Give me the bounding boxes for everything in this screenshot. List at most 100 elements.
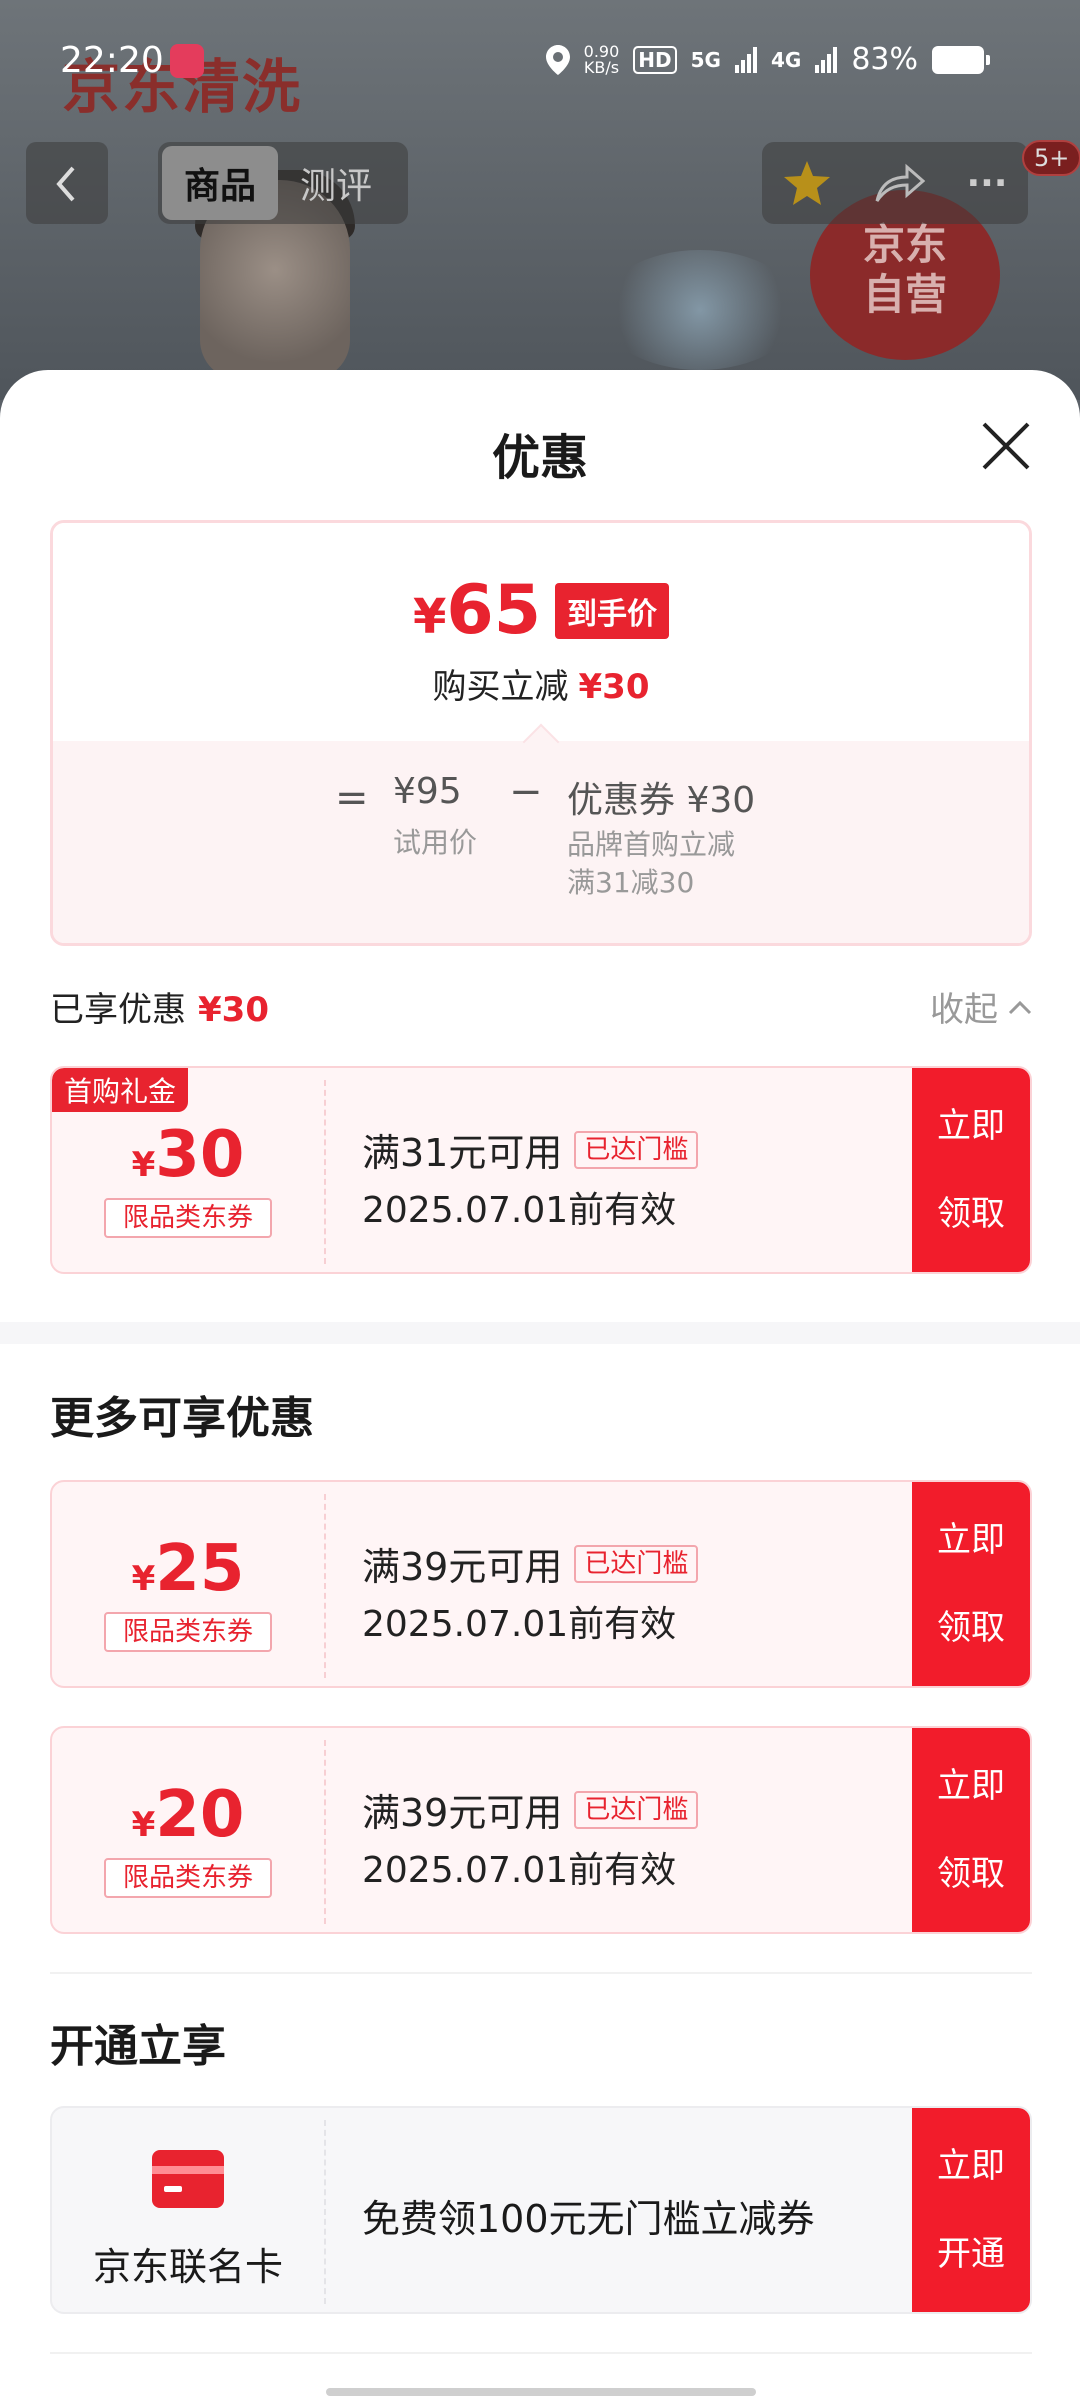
coupon-amount-value: 20 xyxy=(155,1778,245,1852)
coupon-condition-row: 满31元可用 已达门槛 xyxy=(362,1122,699,1177)
coupon-validity: 2025.07.01前有效 xyxy=(362,1850,677,1891)
coupon-condition-row: 满39元可用 已达门槛 xyxy=(362,1536,699,1591)
coupon-card: ¥30 限品类东券 首购礼金 满31元可用 已达门槛 2025.07.01前有效 … xyxy=(50,1066,1032,1274)
currency-symbol: ¥ xyxy=(131,1145,156,1185)
card-info-area: 京东联名卡 xyxy=(52,2108,324,2312)
price-breakdown-card: ¥65 到手价 购买立减 ¥30 = ¥95 试用价 − 优惠券 ¥30 品牌首购… xyxy=(50,520,1032,946)
coupon-amount: ¥25 xyxy=(52,1532,324,1606)
coupon-type-tag: 限品类东券 xyxy=(104,1612,272,1652)
network-5g-label: 5G xyxy=(690,47,721,72)
favorite-star-icon[interactable] xyxy=(782,159,832,207)
base-price: ¥95 xyxy=(393,771,462,812)
tab-review[interactable]: 测评 xyxy=(278,146,394,220)
threshold-reached-tag: 已达门槛 xyxy=(574,1790,699,1829)
chevron-left-icon xyxy=(56,166,75,202)
coupon-condition: 满39元可用 xyxy=(362,1791,563,1835)
status-indicators: 0.90 KB/s HD 5G 4G 83% xyxy=(545,42,990,77)
claim-label-2: 领取 xyxy=(937,1608,1005,1648)
card-name: 京东联名卡 xyxy=(92,2245,283,2289)
enjoyed-amount: ¥30 xyxy=(198,990,269,1030)
home-indicator[interactable] xyxy=(326,2388,756,2396)
coupon-condition: 满39元可用 xyxy=(362,1545,563,1589)
coupon-amount: ¥30 xyxy=(52,1118,324,1192)
coupon-details: 满39元可用 已达门槛 2025.07.01前有效 xyxy=(362,1536,699,1647)
coupon-divider xyxy=(324,1494,326,1678)
enjoyed-label-group: 已享优惠 ¥30 xyxy=(50,982,1032,1031)
hd-voice-icon: HD xyxy=(633,45,677,74)
currency-symbol: ¥ xyxy=(131,1559,156,1599)
battery-icon xyxy=(932,45,990,74)
tab-product[interactable]: 商品 xyxy=(162,146,278,220)
claim-coupon-button[interactable]: 立即 领取 xyxy=(912,1068,1030,1272)
equals-sign: = xyxy=(335,775,369,821)
reduce-row: 购买立减 ¥30 xyxy=(53,659,1029,708)
close-icon[interactable] xyxy=(976,416,1036,476)
final-price-row: ¥65 到手价 xyxy=(53,571,1029,650)
net-speed-unit: KB/s xyxy=(583,57,620,77)
app-notification-icon xyxy=(170,44,204,78)
divider-line xyxy=(50,2352,1032,2354)
divider-line xyxy=(50,1972,1032,1974)
coupon-validity: 2025.07.01前有效 xyxy=(362,1604,677,1645)
more-discounts-title: 更多可享优惠 xyxy=(50,1393,314,1444)
more-icon[interactable]: ··· xyxy=(966,163,1007,204)
threshold-reached-tag: 已达门槛 xyxy=(574,1130,699,1169)
first-purchase-ribbon: 首购礼金 xyxy=(52,1068,189,1112)
discount-sheet: 优惠 ¥65 到手价 购买立减 ¥30 = ¥95 试用价 − 优惠券 ¥30 品… xyxy=(0,370,1080,2400)
coupon-block: 优惠券 ¥30 品牌首购立减 满31减30 xyxy=(567,771,755,903)
claim-coupon-button[interactable]: 立即 领取 xyxy=(912,1728,1030,1932)
seal-line-1: 京东 xyxy=(862,220,947,269)
water-splash-image xyxy=(600,250,800,370)
collapse-button[interactable]: 收起 xyxy=(930,982,1032,1031)
coupon-type-tag: 限品类东券 xyxy=(104,1858,272,1898)
collapse-label: 收起 xyxy=(930,990,998,1030)
share-icon[interactable] xyxy=(873,161,926,205)
credit-card-icon xyxy=(152,2150,224,2208)
network-4g-label: 4G xyxy=(770,47,802,72)
coupon-card: ¥20 限品类东券 满39元可用 已达门槛 2025.07.01前有效 立即 领取 xyxy=(50,1726,1032,1934)
currency-symbol: ¥ xyxy=(131,1805,156,1845)
final-price-tag: 到手价 xyxy=(555,582,670,639)
open-card-button[interactable]: 立即 开通 xyxy=(912,2108,1030,2312)
final-price-value: 65 xyxy=(446,571,542,650)
currency-symbol: ¥ xyxy=(412,589,447,645)
card-offer-text: 免费领100元无门槛立减券 xyxy=(362,2197,815,2241)
coupon-value-area: ¥20 限品类东券 xyxy=(52,1728,324,1932)
coupon-validity: 2025.07.01前有效 xyxy=(362,1190,677,1231)
enjoyed-discount-row: 已享优惠 ¥30 收起 xyxy=(50,982,1032,1032)
status-bar: 22:20 0.90 KB/s HD 5G 4G 83% xyxy=(0,0,1080,120)
claim-label-1: 立即 xyxy=(937,1520,1005,1560)
claim-label-2: 领取 xyxy=(937,1854,1005,1894)
reduce-label: 购买立减 xyxy=(432,667,569,707)
coupon-details: 满39元可用 已达门槛 2025.07.01前有效 xyxy=(362,1782,699,1893)
base-price-label: 试用价 xyxy=(393,826,478,859)
reduce-amount: ¥30 xyxy=(578,667,650,707)
open-label-2: 开通 xyxy=(937,2234,1005,2274)
coupon-desc-line1: 品牌首购立减 xyxy=(567,828,736,861)
open-label-1: 立即 xyxy=(937,2146,1005,2186)
coupon-card: ¥25 限品类东券 满39元可用 已达门槛 2025.07.01前有效 立即领取 xyxy=(50,1480,1032,1688)
coupon-divider xyxy=(324,1740,326,1924)
coupon-details: 满31元可用 已达门槛 2025.07.01前有效 xyxy=(362,1122,699,1233)
section-separator xyxy=(0,1322,1080,1344)
coupon-amount: ¥20 xyxy=(52,1778,324,1852)
signal-icon xyxy=(734,46,757,73)
message-badge: 5+ xyxy=(1022,140,1080,176)
final-price: ¥65 xyxy=(413,571,541,650)
coupon-amount-value: 30 xyxy=(155,1118,245,1192)
coupon-condition-row: 满39元可用 已达门槛 xyxy=(362,1782,699,1837)
card-divider xyxy=(324,2120,326,2304)
price-top: ¥65 到手价 购买立减 ¥30 xyxy=(53,523,1029,741)
coupon-desc-line2: 满31减30 xyxy=(567,866,695,899)
signal-icon-2 xyxy=(815,46,838,73)
claim-label-1: 立即 xyxy=(937,1106,1005,1146)
net-speed: 0.90 KB/s xyxy=(583,43,620,77)
coupon-divider xyxy=(324,1080,326,1264)
minus-sign: − xyxy=(509,769,543,815)
claim-coupon-button[interactable]: 立即 领取 xyxy=(912,1482,1030,1686)
coupon-amount-value: 25 xyxy=(155,1532,245,1606)
coupon-condition: 满31元可用 xyxy=(362,1131,563,1175)
back-button[interactable] xyxy=(26,142,108,224)
price-calculation: = ¥95 试用价 − 优惠券 ¥30 品牌首购立减 满31减30 xyxy=(53,741,1029,943)
product-tabs: 商品 测评 xyxy=(158,142,408,224)
